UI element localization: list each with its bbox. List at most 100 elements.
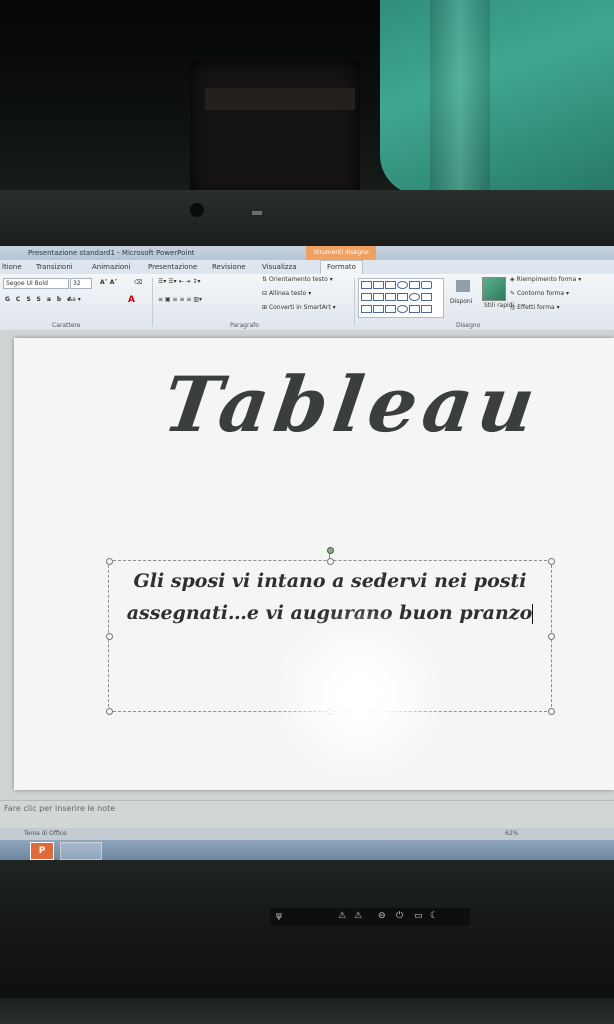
shape-more-icon[interactable] <box>421 305 432 313</box>
body-line-2-wrap: assegnati…e vi augurano buon pranzo <box>109 597 551 629</box>
shape-rect-icon[interactable] <box>361 281 372 289</box>
lock-led-icon: ⊖ <box>378 911 386 921</box>
shape-arrow-icon[interactable] <box>385 281 396 289</box>
shape-tri-icon[interactable] <box>361 293 372 301</box>
tab-home-partial[interactable]: ltione <box>2 263 22 271</box>
shape-rect2-icon[interactable] <box>409 281 420 289</box>
shapes-gallery[interactable] <box>358 278 444 318</box>
taskbar-button[interactable] <box>60 842 102 860</box>
resize-handle-sw[interactable] <box>106 708 113 715</box>
resize-handle-nw[interactable] <box>106 558 113 565</box>
font-name-box[interactable]: Segoe UI Bold <box>3 278 69 289</box>
shape-arrow2-icon[interactable] <box>397 293 408 301</box>
tab-visualizza[interactable]: Visualizza <box>262 263 296 271</box>
quick-styles-icon[interactable] <box>482 277 506 301</box>
powerpoint-taskbar-icon[interactable]: P <box>30 842 54 860</box>
arrange-button[interactable]: Disponi <box>450 298 472 305</box>
group-label-drawing: Disegno <box>456 322 481 329</box>
ribbon: Segoe UI Bold 32 A˄ A˅ ⌫ GCSSabc Aa ▾ A … <box>0 274 614 331</box>
tab-animazioni[interactable]: Animazioni <box>92 263 131 271</box>
rotation-handle[interactable] <box>327 547 334 554</box>
tab-revisione[interactable]: Revisione <box>212 263 246 271</box>
body-line-1: Gli sposi vi intano a sedervi nei posti <box>133 570 527 592</box>
power-led-icon: ⏻ <box>396 911 404 921</box>
chair-back <box>190 60 360 200</box>
shape-curve-icon[interactable] <box>361 305 372 313</box>
ribbon-tabs: ltione Transizioni Animazioni Presentazi… <box>0 260 614 276</box>
shape-fill-label: Riempimento forma <box>516 276 577 283</box>
convert-smartart-button[interactable]: ⊞ Converti in SmartArt ▾ <box>262 304 336 311</box>
windows-taskbar: P <box>0 840 614 860</box>
notes-pane[interactable]: Fare clic per inserire le note <box>0 800 614 829</box>
text-format-buttons[interactable]: GCSSabc <box>5 296 77 303</box>
battery-led-icon: ▭ <box>414 911 423 921</box>
slide-editor: Tableau Gli sposi vi intano a sedervi ne… <box>0 330 614 800</box>
body-text[interactable]: Gli sposi vi intano a sedervi nei posti … <box>109 565 551 629</box>
resize-handle-w[interactable] <box>106 633 113 640</box>
text-direction-label: Orientamento testo <box>268 276 328 283</box>
hdd-led-icon: ⚠ <box>338 911 347 921</box>
status-theme: Tema di Office <box>24 830 67 837</box>
sleep-led-icon: ☾ <box>430 911 439 921</box>
text-cursor <box>532 604 534 624</box>
grow-font-icon[interactable]: A˄ A˅ <box>100 279 117 286</box>
shape-line-icon[interactable] <box>373 281 384 289</box>
shape-hex-icon[interactable] <box>421 293 432 301</box>
laptop-hinge <box>0 998 614 1024</box>
webcam <box>190 203 204 217</box>
chair-slat <box>205 88 355 110</box>
align-buttons[interactable]: ≡ ▣ ≡ ≡ ≡ ▥▾ <box>158 296 202 303</box>
separator <box>152 278 153 326</box>
laptop-bezel-bottom: ψ ⚠ ⚠ ⊖ ⏻ ▭ ☾ <box>0 860 614 1024</box>
wifi-icon: ψ <box>276 911 282 921</box>
resize-handle-ne[interactable] <box>548 558 555 565</box>
shape-brace-icon[interactable] <box>373 305 384 313</box>
shape-paren-icon[interactable] <box>397 305 408 313</box>
font-color-icon[interactable]: A <box>128 295 135 305</box>
bullets-icon[interactable]: ☰▾ ☰▾ ⇤ ⇥ ↕▾ <box>158 278 201 285</box>
separator <box>354 278 355 326</box>
shape-effects-label: Effetti forma <box>517 304 555 311</box>
teal-cloth <box>380 0 614 195</box>
shape-effects-button[interactable]: ◎ Effetti forma ▾ <box>510 304 560 311</box>
text-direction-button[interactable]: ⇅ Orientamento testo ▾ <box>262 276 333 283</box>
body-textbox[interactable]: Gli sposi vi intano a sedervi nei posti … <box>106 547 555 715</box>
shape-lshape-icon[interactable] <box>373 293 384 301</box>
shape-callout-icon[interactable] <box>385 305 396 313</box>
slide-title[interactable]: Tableau <box>126 360 579 449</box>
laptop-screen: Presentazione standard1 - Microsoft Powe… <box>0 246 614 860</box>
slide-canvas[interactable]: Tableau Gli sposi vi intano a sedervi ne… <box>14 338 614 790</box>
tab-transizioni[interactable]: Transizioni <box>36 263 73 271</box>
resize-handle-s[interactable] <box>327 708 334 715</box>
clear-format-icon[interactable]: ⌫ <box>134 279 142 286</box>
zoom-level[interactable]: 62% <box>505 830 518 837</box>
shape-star-icon[interactable] <box>409 305 420 313</box>
align-text-button[interactable]: ⊟ Allinea testo ▾ <box>262 290 311 297</box>
resize-handle-n[interactable] <box>327 558 334 565</box>
caps-led-icon: ⚠ <box>354 911 363 921</box>
shape-fill-button[interactable]: ◈ Riempimento forma ▾ <box>510 276 581 283</box>
resize-handle-e[interactable] <box>548 633 555 640</box>
shape-bracket-icon[interactable] <box>385 293 396 301</box>
context-tab-drawing-tools[interactable]: Strumenti disegno <box>306 246 376 260</box>
window-titlebar: Presentazione standard1 - Microsoft Powe… <box>0 246 614 260</box>
body-line-2: assegnati…e vi augurano buon pranzo <box>126 602 533 624</box>
tab-presentazione[interactable]: Presentazione <box>148 263 197 271</box>
shape-outline-button[interactable]: ✎ Contorno forma ▾ <box>510 290 569 297</box>
shape-rounded-icon[interactable] <box>421 281 432 289</box>
group-label-font: Carattere <box>52 322 81 329</box>
webcam-led <box>252 211 262 215</box>
group-label-paragraph: Paragrafo <box>230 322 259 329</box>
notes-placeholder: Fare clic per inserire le note <box>4 804 116 813</box>
window-title: Presentazione standard1 - Microsoft Powe… <box>28 249 195 257</box>
align-text-label: Allinea testo <box>268 290 307 297</box>
laptop-bezel-top <box>0 190 614 248</box>
shape-oval-icon[interactable] <box>397 281 408 289</box>
case-icon[interactable]: Aa ▾ <box>68 296 81 303</box>
resize-handle-se[interactable] <box>548 708 555 715</box>
shape-circle-icon[interactable] <box>409 293 420 301</box>
arrange-icon[interactable] <box>456 280 470 292</box>
status-bar: Tema di Office 62% <box>0 828 614 840</box>
font-size-box[interactable]: 32 <box>70 278 92 289</box>
shape-outline-label: Contorno forma <box>516 290 565 297</box>
